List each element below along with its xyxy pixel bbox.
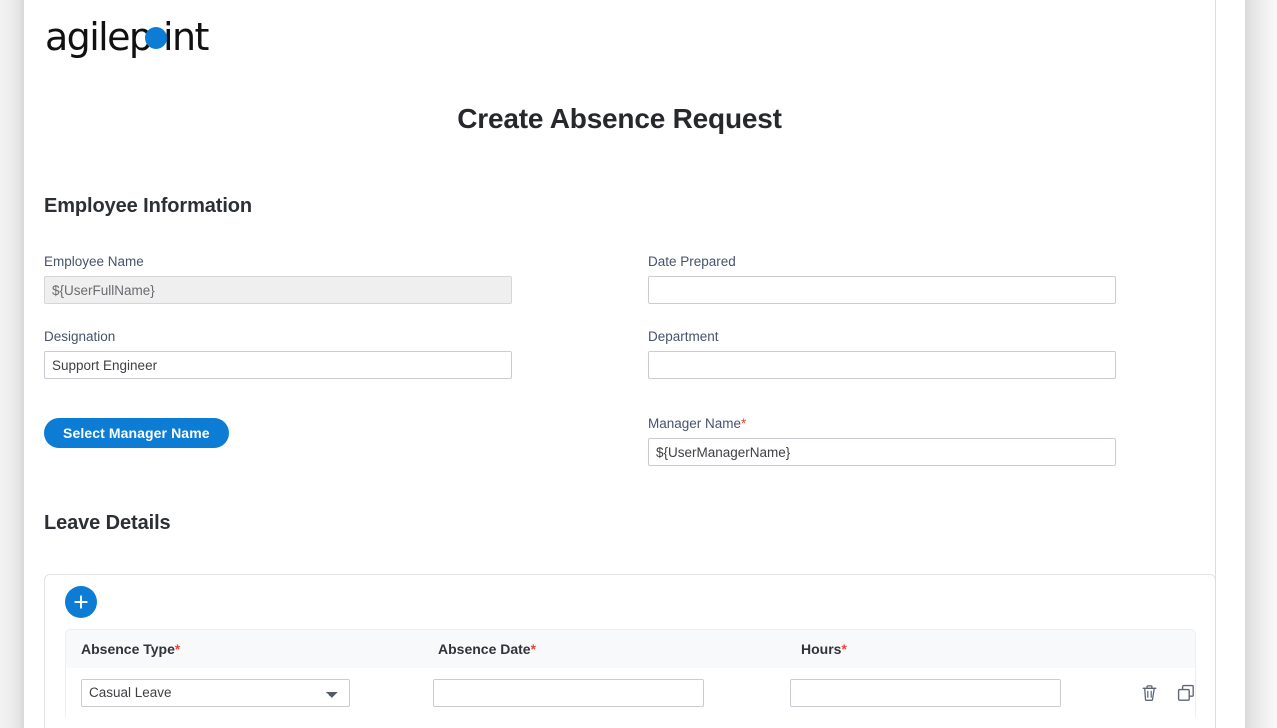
column-header-hours-text: Hours	[801, 641, 842, 657]
select-manager-name-button[interactable]: Select Manager Name	[44, 418, 229, 448]
cell-hours	[773, 678, 1128, 707]
label-date-prepared: Date Prepared	[648, 254, 736, 269]
field-manager-name: Manager Name*	[648, 416, 1116, 466]
delete-row-button[interactable]	[1141, 684, 1158, 702]
scrollbar-track[interactable]	[1245, 0, 1277, 728]
label-designation: Designation	[44, 329, 116, 344]
label-employee-name: Employee Name	[44, 254, 144, 269]
column-header-absence-date: Absence Date*	[424, 641, 784, 657]
label-manager-name: Manager Name*	[648, 416, 1116, 432]
manager-name-input[interactable]	[648, 438, 1116, 466]
page-left-gutter	[0, 0, 24, 728]
column-header-absence-date-text: Absence Date	[438, 641, 531, 657]
grid-header-row: Absence Type* Absence Date* Hours*	[65, 629, 1196, 668]
field-designation: Designation	[44, 329, 512, 379]
cell-absence-date	[419, 678, 774, 707]
field-date-prepared: Date Prepared	[648, 254, 1116, 304]
leave-details-card: Absence Type* Absence Date* Hours* Casua…	[44, 574, 1215, 728]
delete-icon	[1142, 684, 1157, 701]
absence-date-input[interactable]	[432, 678, 704, 707]
label-manager-name-text: Manager Name	[648, 416, 742, 431]
designation-input[interactable]	[44, 351, 512, 379]
absence-type-select[interactable]: Casual Leave	[81, 678, 350, 707]
department-input[interactable]	[648, 351, 1116, 379]
required-asterisk: *	[530, 642, 536, 657]
copy-icon	[1177, 684, 1194, 701]
agilepoint-logo: agilep int	[45, 18, 217, 62]
table-row: Casual Leave	[65, 668, 1196, 717]
column-header-absence-type-text: Absence Type	[81, 641, 175, 657]
page-title: Create Absence Request	[457, 103, 782, 134]
cell-row-actions	[1128, 684, 1195, 702]
form-page: agilep int Create Absence Request Employ…	[24, 0, 1215, 728]
svg-text:int: int	[163, 20, 208, 59]
column-header-absence-type: Absence Type*	[66, 641, 424, 657]
required-asterisk: *	[741, 416, 747, 431]
svg-text:agilep: agilep	[45, 20, 152, 59]
page-edge-divider	[1215, 0, 1216, 728]
leave-details-grid: Absence Type* Absence Date* Hours* Casua…	[65, 629, 1196, 717]
field-department: Department	[648, 329, 1116, 379]
copy-row-button[interactable]	[1177, 684, 1195, 702]
page-right-gutter	[1215, 0, 1277, 728]
column-header-hours: Hours*	[784, 641, 1144, 657]
field-employee-name: Employee Name	[44, 254, 512, 304]
add-leave-row-button[interactable]	[65, 586, 97, 618]
section-heading-leave-details: Leave Details	[44, 512, 171, 534]
required-asterisk: *	[174, 642, 181, 657]
label-department: Department	[648, 329, 719, 344]
hours-input[interactable]	[790, 678, 1062, 707]
employee-name-input	[44, 276, 512, 304]
browser-viewport: agilep int Create Absence Request Employ…	[0, 0, 1277, 728]
section-heading-employee-information: Employee Information	[44, 195, 253, 217]
date-prepared-input[interactable]	[648, 276, 1116, 304]
plus-icon	[74, 595, 88, 609]
required-asterisk: *	[841, 642, 847, 657]
cell-absence-type: Casual Leave	[66, 678, 419, 707]
